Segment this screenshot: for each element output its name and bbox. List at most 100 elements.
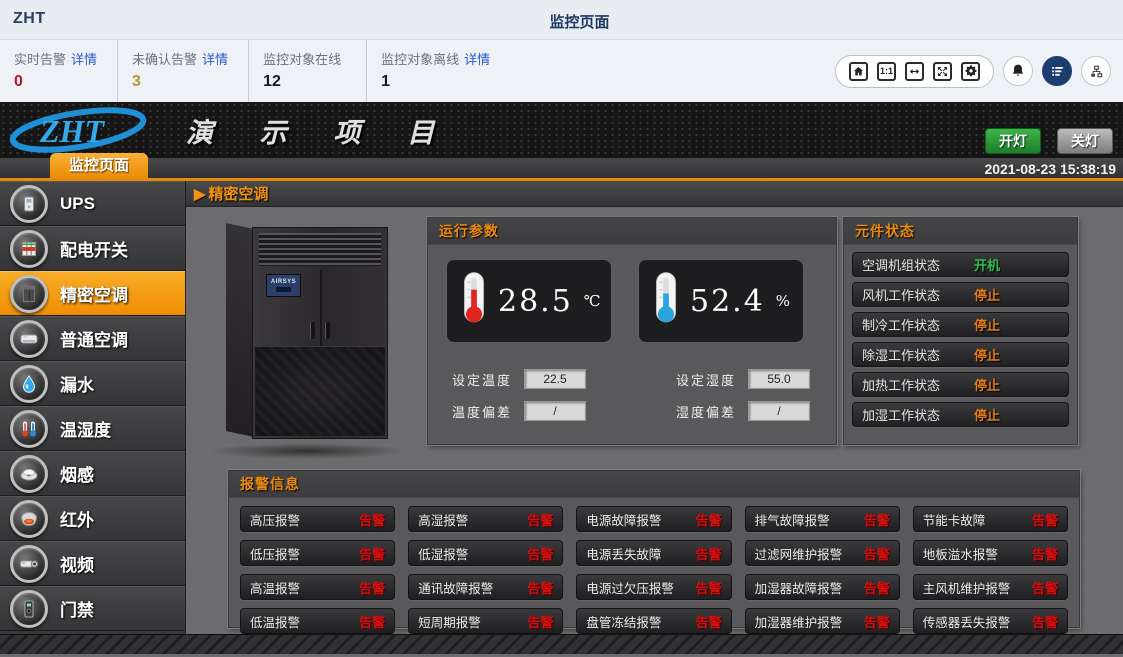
panel-title: 报警信息 xyxy=(229,471,1079,498)
alarm-tile: 电源故障报警告警 xyxy=(576,506,731,532)
thermometer-blue-icon xyxy=(649,270,683,332)
fullscreen-icon[interactable] xyxy=(933,62,952,81)
alarm-tile: 传感器丢失报警告警 xyxy=(913,608,1068,634)
humidity-value: 52.4 xyxy=(690,284,765,319)
humidity-deviation-field[interactable]: / xyxy=(748,401,810,421)
sidebar: UPS 配电开关 精密空调 普通空调 漏水 xyxy=(0,181,186,634)
temperature-value: 28.5 xyxy=(498,284,573,319)
alarm-tile: 地板溢水报警告警 xyxy=(913,540,1068,566)
zht-logo: ZHT xyxy=(6,106,166,154)
bell-icon[interactable] xyxy=(1003,56,1033,86)
sidebar-item-door-access[interactable]: 门禁 xyxy=(0,586,185,631)
stat-label: 监控对象在线 xyxy=(263,52,341,67)
status-row: 加湿工作状态 停止 xyxy=(852,402,1069,427)
light-on-button[interactable]: 开灯 xyxy=(985,128,1041,154)
sidebar-item-ups[interactable]: UPS xyxy=(0,181,185,226)
project-title: 演 示 项 目 xyxy=(186,111,454,150)
set-humidity-field[interactable]: 55.0 xyxy=(748,369,810,389)
alarm-tile: 主风机维护报警告警 xyxy=(913,574,1068,600)
stat-value: 3 xyxy=(132,73,228,91)
alarm-status: 告警 xyxy=(1032,612,1058,631)
sidebar-item-label: UPS xyxy=(60,194,95,214)
alarm-tile: 低温报警告警 xyxy=(240,608,395,634)
sidebar-item-video[interactable]: 视频 xyxy=(0,541,185,586)
content-area: ▶ 精密空调 AIRSYS xyxy=(186,181,1123,634)
detail-link[interactable]: 详情 xyxy=(464,52,490,67)
alarm-tile: 高湿报警告警 xyxy=(408,506,563,532)
alarm-status: 告警 xyxy=(527,578,553,597)
footer-strip xyxy=(0,634,1123,654)
tab-bar: 监控页面 2021-08-23 15:38:19 xyxy=(0,158,1123,181)
alarm-tile: 高温报警告警 xyxy=(240,574,395,600)
set-temperature-field[interactable]: 22.5 xyxy=(524,369,586,389)
detail-link[interactable]: 详情 xyxy=(202,52,228,67)
tab-monitor-page[interactable]: 监控页面 xyxy=(50,153,148,178)
panel-title: 运行参数 xyxy=(428,218,836,245)
stat-value: 0 xyxy=(14,73,97,91)
svg-text:ZHT: ZHT xyxy=(39,113,105,149)
water-drop-icon xyxy=(10,365,48,403)
infrared-sensor-icon xyxy=(10,500,48,538)
sidebar-item-power-switch[interactable]: 配电开关 xyxy=(0,226,185,271)
sidebar-item-precision-ac[interactable]: 精密空调 xyxy=(0,271,185,316)
light-off-button[interactable]: 关灯 xyxy=(1057,128,1113,154)
camera-icon xyxy=(10,545,48,583)
alarm-status: 告警 xyxy=(864,578,890,597)
temperature-deviation-field[interactable]: / xyxy=(524,401,586,421)
sidebar-item-label: 配电开关 xyxy=(60,236,128,261)
ac-vents xyxy=(259,233,381,266)
home-icon[interactable] xyxy=(849,62,868,81)
fit-width-icon[interactable] xyxy=(905,62,924,81)
status-value: 停止 xyxy=(974,375,1000,394)
sidebar-item-infrared[interactable]: 红外 xyxy=(0,496,185,541)
field-label: 湿度偏差 xyxy=(676,402,736,421)
alarm-tile: 电源过欠压报警告警 xyxy=(576,574,731,600)
sidebar-item-label: 视频 xyxy=(60,551,94,576)
status-row: 风机工作状态 停止 xyxy=(852,282,1069,307)
header-arrow-icon: ▶ xyxy=(194,185,206,203)
status-value: 停止 xyxy=(974,315,1000,334)
status-value: 停止 xyxy=(974,405,1000,424)
sidebar-item-label: 温湿度 xyxy=(60,416,111,441)
status-value: 停止 xyxy=(974,345,1000,364)
stats-bar: 实时告警详情 0 未确认告警详情 3 监控对象在线 12 监控对象离线详情 1 … xyxy=(0,40,1123,102)
ac-display-panel: AIRSYS xyxy=(266,274,301,297)
content-header-title: 精密空调 xyxy=(209,183,269,204)
sidebar-item-label: 红外 xyxy=(60,506,94,531)
settings-icon[interactable] xyxy=(961,62,980,81)
status-row: 空调机组状态 开机 xyxy=(852,252,1069,277)
sidebar-item-temp-humidity[interactable]: 温湿度 xyxy=(0,406,185,451)
alarm-status: 告警 xyxy=(359,578,385,597)
sidebar-item-water-leak[interactable]: 漏水 xyxy=(0,361,185,406)
top-bar: ZHT 监控页面 xyxy=(0,0,1123,40)
door-access-icon xyxy=(10,590,48,628)
humidity-reading: 52.4 % xyxy=(638,259,804,343)
topology-icon[interactable] xyxy=(1081,56,1111,86)
detail-link[interactable]: 详情 xyxy=(71,52,97,67)
precision-ac-icon xyxy=(10,275,48,313)
alarm-status: 告警 xyxy=(359,510,385,529)
smoke-detector-icon xyxy=(10,455,48,493)
stat-label: 未确认告警 xyxy=(132,52,197,67)
brand-logo-text: ZHT xyxy=(13,10,46,28)
alarm-status: 告警 xyxy=(527,544,553,563)
alarm-tile: 通讯故障报警告警 xyxy=(408,574,563,600)
ups-icon xyxy=(10,185,48,223)
alarm-status: 告警 xyxy=(359,612,385,631)
alarm-status: 告警 xyxy=(527,510,553,529)
toolbar: 1:1 xyxy=(835,40,1123,102)
page-title: 监控页面 xyxy=(549,11,609,32)
sidebar-item-normal-ac[interactable]: 普通空调 xyxy=(0,316,185,361)
alarm-tile: 电源丢失故障告警 xyxy=(576,540,731,566)
alarm-status: 告警 xyxy=(696,544,722,563)
ac-brand-label: AIRSYS xyxy=(271,279,296,285)
sidebar-item-label: 漏水 xyxy=(60,371,94,396)
sidebar-item-smoke[interactable]: 烟感 xyxy=(0,451,185,496)
one-to-one-icon[interactable]: 1:1 xyxy=(877,62,896,81)
stat-value: 12 xyxy=(263,73,346,91)
timestamp: 2021-08-23 15:38:19 xyxy=(984,158,1116,181)
alarm-status: 告警 xyxy=(864,544,890,563)
humidity-unit: % xyxy=(776,292,790,310)
alarm-list-icon[interactable] xyxy=(1042,56,1072,86)
stat-objects-offline: 监控对象离线详情 1 xyxy=(367,40,510,102)
